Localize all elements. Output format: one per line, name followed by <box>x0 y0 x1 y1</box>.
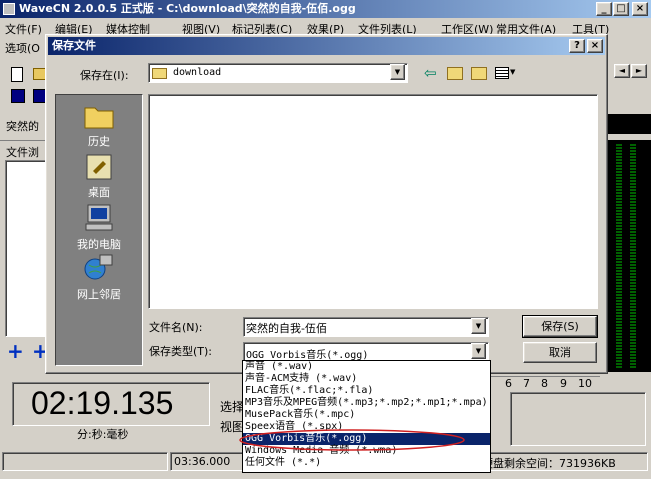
filetype-option[interactable]: 声音-ACM支持 (*.wav) <box>243 373 490 385</box>
new-folder-icon[interactable] <box>471 67 487 80</box>
ruler-label: 10 <box>578 377 592 390</box>
filename-label: 文件名(N): <box>149 321 203 334</box>
computer-icon <box>85 204 113 231</box>
filetype-option[interactable]: 任何文件 (*.*) <box>243 457 490 469</box>
selection-panel <box>510 392 646 446</box>
new-icon[interactable] <box>11 67 23 82</box>
status-duration: 03:36.000 <box>174 455 231 468</box>
place-network[interactable]: 网上邻居 <box>56 253 142 302</box>
time-units-label: 分:秒:毫秒 <box>77 428 129 441</box>
file-browser-list[interactable] <box>5 160 47 337</box>
filetype-value: OGG Vorbis音乐(*.ogg) <box>246 350 369 361</box>
filetype-option[interactable]: FLAC音乐(*.flac;*.fla) <box>243 385 490 397</box>
filename-value: 突然的自我-伍佰 <box>246 322 327 335</box>
document-tab[interactable]: 突然的 <box>0 114 48 136</box>
filetype-option[interactable]: 声音 (*.wav) <box>243 361 490 373</box>
ruler-label: 6 <box>505 377 512 390</box>
save-button[interactable]: 保存(S) <box>522 315 598 338</box>
ruler-label: 7 <box>523 377 530 390</box>
scroll-left-button[interactable]: ◄ <box>614 64 630 78</box>
filetype-combo[interactable]: OGG Vorbis音乐(*.ogg) ▼ <box>243 342 489 362</box>
save-icon[interactable] <box>11 89 25 103</box>
app-titlebar: WaveCN 2.0.0.5 正式版 - C:\download\突然的自我-伍… <box>0 0 651 18</box>
save-in-label: 保存在(I): <box>80 69 129 82</box>
filetype-dropdown-arrow[interactable]: ▼ <box>471 343 486 359</box>
place-desktop-label: 桌面 <box>88 186 110 199</box>
places-bar: 历史 桌面 我的电脑 网上邻居 <box>55 94 143 366</box>
place-history-label: 历史 <box>88 135 110 148</box>
history-icon <box>84 107 114 129</box>
status-panel <box>2 452 168 471</box>
help-button[interactable]: ? <box>569 39 585 53</box>
filetype-option[interactable]: MP3音乐及MPEG音频(*.mp3;*.mp2;*.mp1;*.mpa) <box>243 397 490 409</box>
cancel-button-label: 取消 <box>549 346 571 359</box>
save-in-combo[interactable]: download ▼ <box>148 63 408 83</box>
view-menu-icon[interactable] <box>495 67 509 79</box>
select-label: 选择 <box>220 400 245 414</box>
maximize-button[interactable]: □ <box>613 2 629 16</box>
ruler-label: 9 <box>560 377 567 390</box>
app-icon <box>3 3 15 15</box>
filename-combo[interactable]: 突然的自我-伍佰 ▼ <box>243 317 489 337</box>
place-my-computer-label: 我的电脑 <box>77 238 121 251</box>
close-button[interactable]: × <box>632 2 648 16</box>
place-history[interactable]: 历史 <box>56 102 142 149</box>
up-folder-icon[interactable] <box>447 67 463 80</box>
save-button-label: 保存(S) <box>541 320 579 333</box>
filetype-dropdown-list[interactable]: 声音 (*.wav) 声音-ACM支持 (*.wav) FLAC音乐(*.fla… <box>242 360 491 473</box>
chevron-down-icon[interactable]: ▼ <box>510 68 515 76</box>
time-display: 02:19.135 <box>12 382 210 426</box>
back-icon[interactable]: ⇦ <box>424 64 437 82</box>
status-panel-duration: 03:36.000 <box>170 452 244 471</box>
status-panel-disk: 硬盘剩余空间：731936KB <box>478 452 648 471</box>
time-value: 02:19.135 <box>31 385 174 421</box>
filename-dropdown-arrow[interactable]: ▼ <box>471 318 486 334</box>
menu-options[interactable]: 选项(O <box>5 40 40 56</box>
dialog-titlebar: 保存文件 ? × <box>48 37 605 55</box>
level-meter <box>606 140 651 372</box>
dialog-close-button[interactable]: × <box>587 39 603 53</box>
cancel-button[interactable]: 取消 <box>523 342 597 363</box>
place-desktop[interactable]: 桌面 <box>56 153 142 200</box>
document-tab-label: 突然的 <box>6 120 39 133</box>
menu-file[interactable]: 文件(F) <box>5 21 42 37</box>
save-dialog: 保存文件 ? × 保存在(I): download ▼ ⇦ ▼ 历史 桌面 我的… <box>45 34 608 374</box>
filetype-label: 保存类型(T): <box>149 345 213 358</box>
minimize-button[interactable]: _ <box>596 2 612 16</box>
save-in-dropdown-arrow[interactable]: ▼ <box>390 64 405 80</box>
app-title: WaveCN 2.0.0.5 正式版 - C:\download\突然的自我-伍… <box>19 2 356 15</box>
folder-icon <box>152 68 167 79</box>
add-icon[interactable]: + <box>7 341 24 361</box>
scroll-right-button[interactable]: ► <box>631 64 647 78</box>
place-network-label: 网上邻居 <box>77 288 121 301</box>
ruler: 6 7 8 9 10 <box>490 376 600 391</box>
dialog-title: 保存文件 <box>52 39 96 52</box>
status-disk: 硬盘剩余空间：731936KB <box>482 457 616 470</box>
desktop-icon <box>86 154 112 180</box>
waveform-header <box>605 114 651 134</box>
ruler-label: 8 <box>541 377 548 390</box>
network-icon <box>84 254 113 280</box>
file-browser-header: 文件浏 <box>0 140 48 159</box>
file-browser-label: 文件浏 <box>6 146 39 159</box>
annotation-ellipse <box>239 429 465 451</box>
file-list[interactable] <box>148 94 598 309</box>
filetype-option[interactable]: MusePack音乐(*.mpc) <box>243 409 490 421</box>
save-in-value: download <box>173 67 222 78</box>
place-my-computer[interactable]: 我的电脑 <box>56 203 142 252</box>
